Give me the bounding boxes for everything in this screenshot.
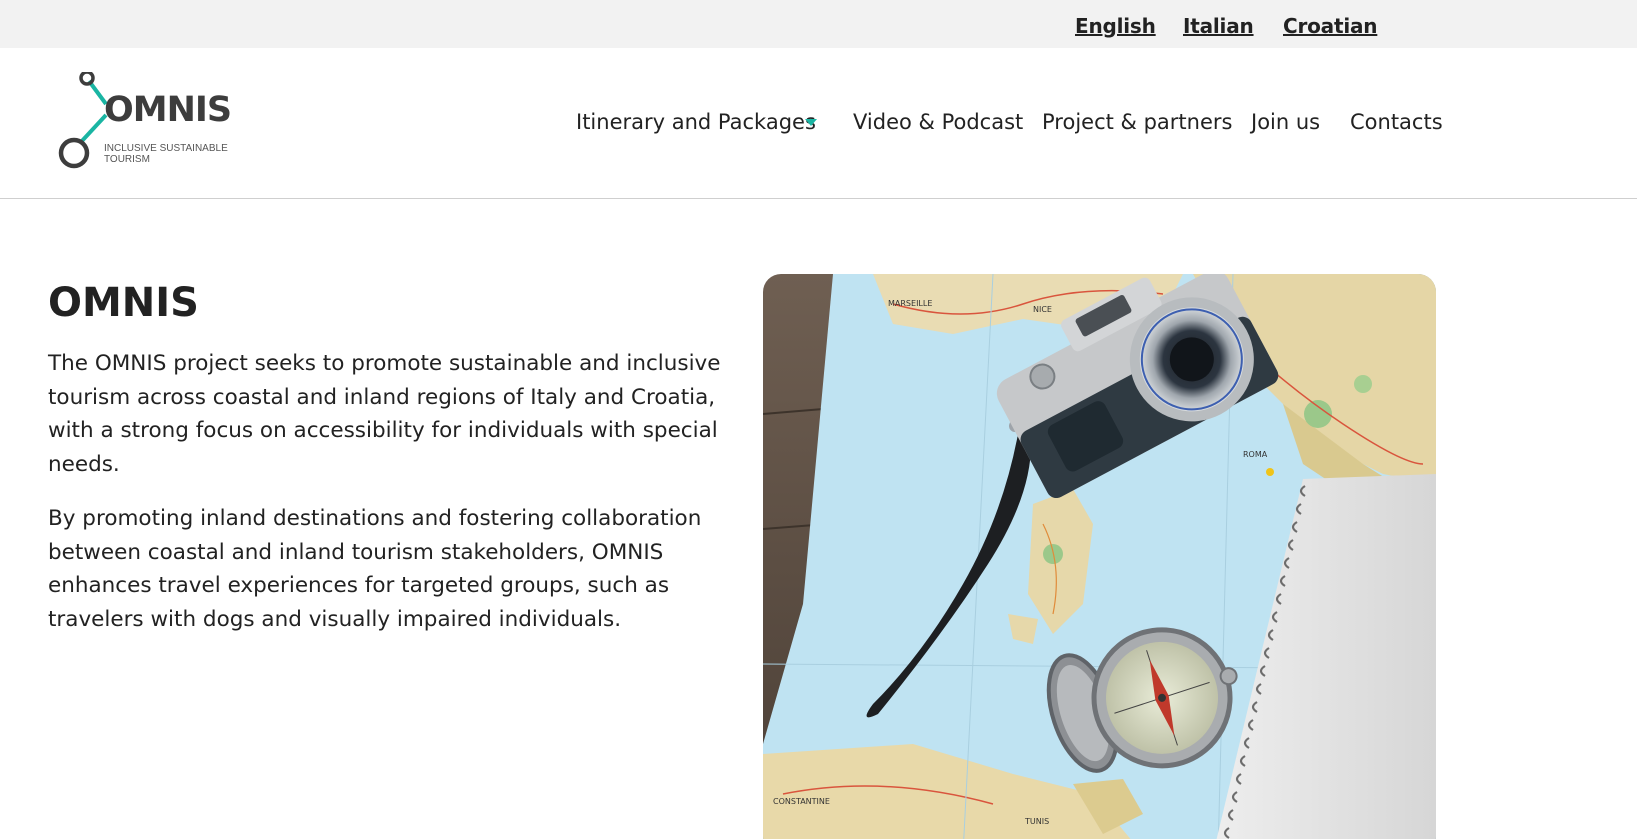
map-label-marseille: MARSEILLE xyxy=(888,299,932,308)
chevron-down-icon[interactable] xyxy=(805,119,817,126)
hero-image: MARSEILLE NICE ROMA CONSTANTINE TUNIS xyxy=(763,274,1436,839)
logo-wordmark: OMNIS xyxy=(104,90,232,130)
language-link-italian[interactable]: Italian xyxy=(1183,14,1254,38)
page-title: OMNIS xyxy=(48,280,199,326)
nav-contacts[interactable]: Contacts xyxy=(1350,110,1443,134)
nav-itinerary-and-packages[interactable]: Itinerary and Packages xyxy=(576,110,816,134)
nav-join-us[interactable]: Join us xyxy=(1251,110,1320,134)
language-link-croatian[interactable]: Croatian xyxy=(1283,14,1378,38)
logo-tagline: INCLUSIVE SUSTAINABLE TOURISM xyxy=(104,143,228,165)
map-label-constantine: CONSTANTINE xyxy=(773,797,830,806)
travel-map-illustration: MARSEILLE NICE ROMA CONSTANTINE TUNIS xyxy=(763,274,1436,839)
omnis-logo[interactable]: OMNIS INCLUSIVE SUSTAINABLE TOURISM xyxy=(54,72,234,176)
language-link-english[interactable]: English xyxy=(1075,14,1156,38)
site-header: OMNIS INCLUSIVE SUSTAINABLE TOURISM Itin… xyxy=(0,48,1637,199)
description-paragraph: By promoting inland destinations and fos… xyxy=(48,506,702,632)
language-bar: English Italian Croatian xyxy=(0,0,1637,48)
map-label-tunis: TUNIS xyxy=(1024,817,1049,826)
nav-video-podcast[interactable]: Video & Podcast xyxy=(853,110,1023,134)
map-label-roma: ROMA xyxy=(1243,450,1268,459)
nav-project-partners[interactable]: Project & partners xyxy=(1042,110,1232,134)
intro-paragraph: The OMNIS project seeks to promote susta… xyxy=(48,351,721,477)
map-label-nice: NICE xyxy=(1033,305,1052,314)
